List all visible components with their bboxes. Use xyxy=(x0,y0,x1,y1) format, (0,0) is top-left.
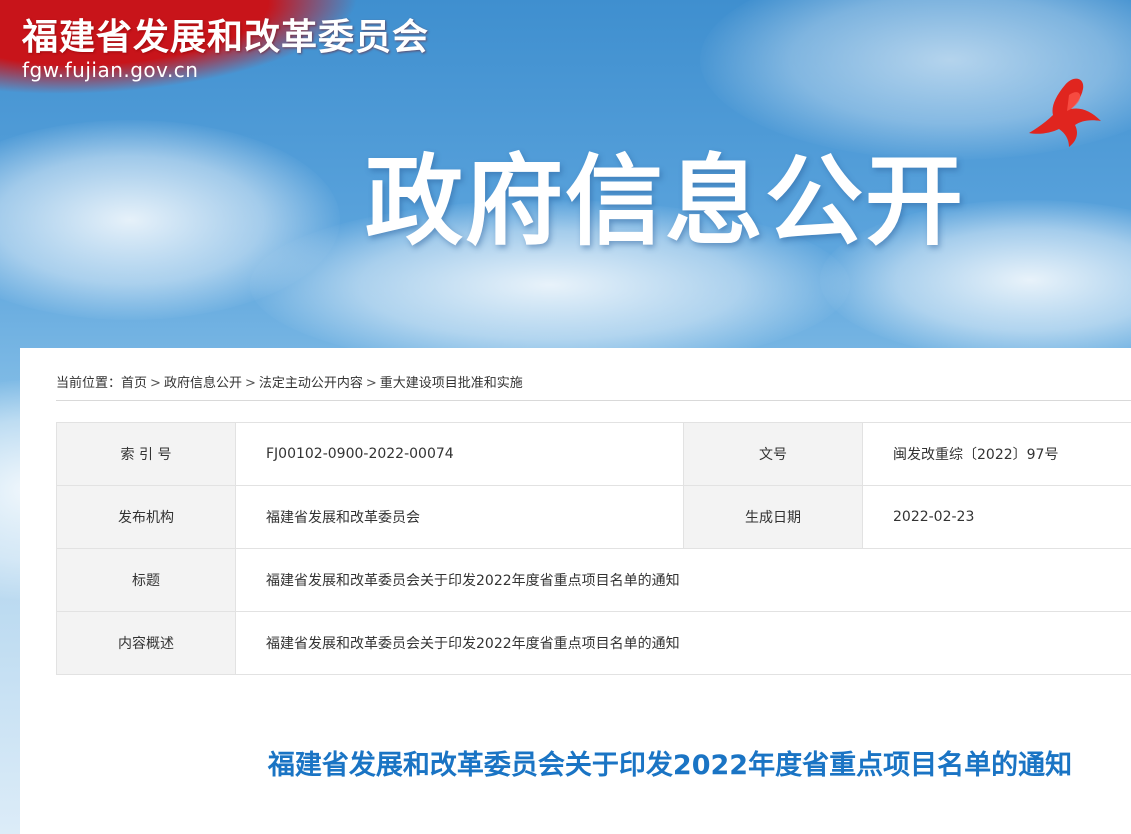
article-title: 福建省发展和改革委员会关于印发2022年度省重点项目名单的通知 xyxy=(267,750,1073,781)
document-number-label: 文号 xyxy=(683,422,863,486)
index-number-label: 索 引 号 xyxy=(56,422,236,486)
breadcrumb-divider xyxy=(56,400,1131,401)
summary-label: 内容概述 xyxy=(56,611,236,675)
breadcrumb-item-home[interactable]: 首页 xyxy=(121,376,147,391)
breadcrumb-item-statutory-content[interactable]: 法定主动公开内容 xyxy=(259,376,363,391)
breadcrumb-item-gov-info[interactable]: 政府信息公开 xyxy=(164,376,242,391)
content-panel: 当前位置：首页 > 政府信息公开 > 法定主动公开内容 > 重大建设项目批准和实施 索 引 … xyxy=(20,348,1131,834)
date-value: 2022-02-23 xyxy=(862,485,1131,549)
breadcrumb-prefix: 当前位置： xyxy=(56,376,122,391)
table-row: 标题 福建省发展和改革委员会关于印发2022年度省重点项目名单的通知 xyxy=(56,548,1131,612)
table-row: 内容概述 福建省发展和改革委员会关于印发2022年度省重点项目名单的通知 xyxy=(56,611,1131,675)
date-label: 生成日期 xyxy=(683,485,863,549)
title-value: 福建省发展和改革委员会关于印发2022年度省重点项目名单的通知 xyxy=(235,548,1131,612)
table-row: 发布机构 福建省发展和改革委员会 生成日期 2022-02-23 xyxy=(56,485,1131,549)
title-label: 标题 xyxy=(56,548,236,612)
red-dove-icon xyxy=(1029,78,1101,147)
page: 福建省发展和改革委员会 fgw.fujian.gov.cn 政府信息公开 当前位… xyxy=(0,0,1131,834)
breadcrumb-separator: > xyxy=(150,376,161,391)
table-row: 索 引 号 FJ00102-0900-2022-00074 文号 闽发改重综〔2… xyxy=(56,422,1131,486)
banner-title: 政府信息公开 xyxy=(365,145,966,259)
document-meta-table: 索 引 号 FJ00102-0900-2022-00074 文号 闽发改重综〔2… xyxy=(56,422,1131,675)
document-number-value: 闽发改重综〔2022〕97号 xyxy=(862,422,1131,486)
summary-value: 福建省发展和改革委员会关于印发2022年度省重点项目名单的通知 xyxy=(235,611,1131,675)
breadcrumb: 当前位置：首页 > 政府信息公开 > 法定主动公开内容 > 重大建设项目批准和实施 xyxy=(56,372,523,391)
publisher-label: 发布机构 xyxy=(56,485,236,549)
breadcrumb-separator: > xyxy=(365,376,377,391)
publisher-value: 福建省发展和改革委员会 xyxy=(235,485,684,549)
index-number-value: FJ00102-0900-2022-00074 xyxy=(235,422,684,486)
breadcrumb-separator: > xyxy=(244,376,256,391)
site-domain: fgw.fujian.gov.cn xyxy=(22,58,199,82)
breadcrumb-item-major-projects[interactable]: 重大建设项目批准和实施 xyxy=(380,376,523,391)
site-logo-title[interactable]: 福建省发展和改革委员会 xyxy=(22,8,429,60)
